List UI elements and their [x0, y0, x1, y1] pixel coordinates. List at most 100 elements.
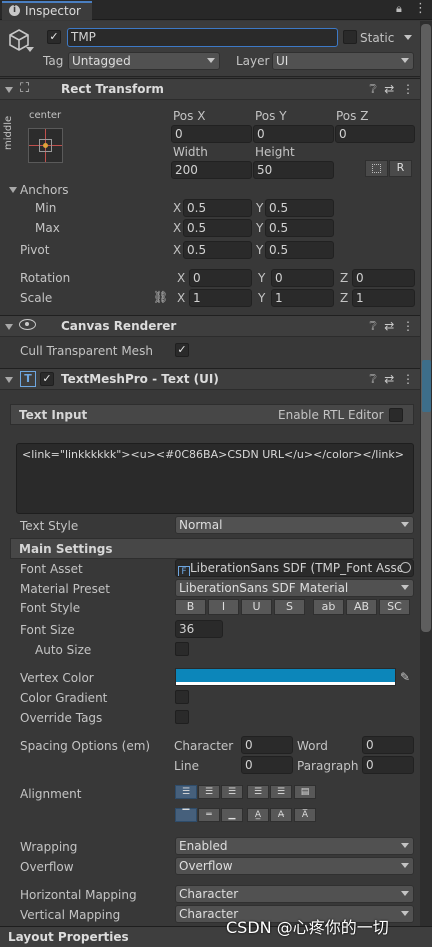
font-style-bold-button[interactable]: B [175, 599, 206, 615]
align-right-button[interactable]: ☰ [221, 785, 243, 799]
vertex-color-swatch[interactable] [175, 668, 396, 686]
wrapping-dropdown[interactable]: Enabled [175, 837, 414, 855]
font-style-underline-button[interactable]: U [241, 599, 272, 615]
presets-icon[interactable]: ⇄ [384, 82, 394, 96]
height-field[interactable]: 50 [253, 161, 334, 179]
rect-transform-header[interactable]: ⛶ Rect Transform ❔︎ ⇄ ⋮ [0, 78, 432, 100]
anchor-min-x-field[interactable]: 0.5 [183, 199, 252, 217]
scale-x-field[interactable]: 1 [189, 289, 252, 307]
width-field[interactable]: 200 [171, 161, 252, 179]
font-style-uppercase-button[interactable]: AB [346, 599, 377, 615]
align-capline-button[interactable]: A̅ [294, 808, 316, 822]
scrollbar-grip[interactable] [422, 360, 431, 412]
pos-y-field[interactable]: 0 [253, 125, 334, 143]
layout-properties-title: Layout Properties [8, 930, 129, 944]
align-left-button[interactable]: ☰ [175, 785, 197, 799]
line-spacing-label: Line [174, 759, 200, 773]
pos-z-field[interactable]: 0 [335, 125, 415, 143]
object-name-field[interactable]: TMP [67, 28, 338, 47]
override-tags-checkbox[interactable] [175, 710, 189, 724]
scale-z-field[interactable]: 1 [352, 289, 415, 307]
blueprint-mode-button[interactable] [365, 160, 388, 177]
material-preset-dropdown[interactable]: LiberationSans SDF Material [175, 579, 414, 597]
pos-x-field[interactable]: 0 [171, 125, 252, 143]
rotation-x-field[interactable]: 0 [189, 269, 252, 287]
align-top-button[interactable]: ▔ [175, 808, 197, 822]
tag-dropdown[interactable]: Untagged [68, 52, 220, 70]
anchor-max-x-field[interactable]: 0.5 [183, 219, 252, 237]
anchor-min-y-field[interactable]: 0.5 [265, 199, 334, 217]
foldout-arrow-icon[interactable] [5, 377, 13, 383]
rotation-y-field[interactable]: 0 [271, 269, 334, 287]
align-flush-button[interactable]: ☰ [270, 785, 292, 799]
align-midline-button[interactable]: A̶ [270, 808, 292, 822]
anchor-preset-dot [43, 143, 48, 148]
presets-icon[interactable]: ⇄ [384, 372, 394, 386]
help-icon[interactable]: ❔︎ [369, 372, 376, 386]
overflow-dropdown[interactable]: Overflow [175, 857, 414, 875]
font-asset-field[interactable]: F LiberationSans SDF (TMP_Font Asse [175, 559, 414, 577]
help-icon[interactable]: ❔︎ [369, 82, 376, 96]
pivot-y-field[interactable]: 0.5 [265, 241, 334, 259]
rect-transform-title: Rect Transform [61, 82, 164, 96]
static-checkbox[interactable] [343, 30, 357, 44]
horizontal-mapping-dropdown[interactable]: Character [175, 885, 414, 903]
text-input-area[interactable]: <link="linkkkkkk"><u><#0C86BA>CSDN URL</… [16, 443, 414, 514]
scrollbar-thumb[interactable] [421, 24, 431, 632]
lock-icon[interactable]: 🔒︎ [396, 2, 402, 16]
raw-edit-button[interactable]: R [389, 160, 412, 177]
word-spacing-field[interactable]: 0 [362, 736, 414, 754]
auto-size-checkbox[interactable] [175, 642, 189, 656]
align-justified-button[interactable]: ☰ [247, 785, 269, 799]
align-middle-button[interactable]: ═ [198, 808, 220, 822]
align-bottom-button[interactable]: ▁ [221, 808, 243, 822]
character-spacing-field[interactable]: 0 [241, 736, 293, 754]
foldout-arrow-icon[interactable] [5, 87, 13, 93]
min-label: Min [35, 201, 57, 215]
foldout-arrow-icon[interactable] [5, 324, 13, 330]
rtl-editor-label: Enable RTL Editor [278, 408, 384, 422]
pivot-x-field[interactable]: 0.5 [183, 241, 252, 259]
wrapping-label: Wrapping [20, 840, 78, 854]
link-constrain-icon[interactable]: ⛓︎ [153, 290, 168, 304]
icon-dropdown-arrow[interactable] [26, 47, 34, 52]
font-style-strikethrough-button[interactable]: S [274, 599, 305, 615]
presets-icon[interactable]: ⇄ [384, 319, 394, 333]
component-header-icons: ❔︎ ⇄ ⋮ [369, 372, 414, 387]
eyedropper-icon[interactable]: ✎ [400, 670, 410, 684]
color-gradient-checkbox[interactable] [175, 690, 189, 704]
text-style-dropdown[interactable]: Normal [175, 516, 414, 534]
canvas-renderer-header[interactable]: Canvas Renderer ❔︎ ⇄ ⋮ [0, 315, 432, 337]
font-style-italic-button[interactable]: I [208, 599, 239, 615]
anchors-foldout-arrow[interactable] [9, 187, 17, 193]
rtl-editor-checkbox[interactable] [389, 408, 403, 422]
font-style-smallcaps-button[interactable]: SC [379, 599, 410, 615]
rotation-z-field[interactable]: 0 [352, 269, 415, 287]
font-style-label: Font Style [20, 601, 81, 615]
kebab-menu-icon[interactable]: ⋮ [402, 372, 414, 386]
kebab-menu-icon[interactable]: ⋮ [414, 1, 427, 16]
font-asset-icon: F [178, 566, 190, 576]
font-style-lowercase-button[interactable]: ab [313, 599, 344, 615]
align-geometry-center-button[interactable]: ▤ [294, 785, 316, 799]
scale-y-field[interactable]: 1 [271, 289, 334, 307]
cull-transparent-mesh-checkbox[interactable]: ✓ [175, 343, 189, 357]
object-active-checkbox[interactable]: ✓ [47, 30, 61, 44]
layer-dropdown[interactable]: UI [272, 52, 414, 70]
kebab-menu-icon[interactable]: ⋮ [402, 319, 414, 333]
align-center-button[interactable]: ☰ [198, 785, 220, 799]
anchor-preset-button[interactable] [28, 128, 63, 163]
tab-inspector[interactable]: i Inspector [2, 1, 92, 20]
help-icon[interactable]: ❔︎ [369, 319, 376, 333]
anchor-preset-h-label: center [29, 110, 62, 121]
tmp-enabled-checkbox[interactable]: ✓ [40, 372, 54, 386]
align-baseline-button[interactable]: A̲ [247, 808, 269, 822]
paragraph-spacing-field[interactable]: 0 [362, 756, 414, 774]
kebab-menu-icon[interactable]: ⋮ [402, 82, 414, 96]
anchor-max-y-field[interactable]: 0.5 [265, 219, 334, 237]
object-picker-icon[interactable] [400, 562, 411, 573]
line-spacing-field[interactable]: 0 [241, 756, 293, 774]
static-dropdown-arrow[interactable] [404, 35, 412, 40]
font-size-field[interactable]: 36 [175, 620, 223, 638]
textmeshpro-header[interactable]: T ✓ TextMeshPro - Text (UI) ❔︎ ⇄ ⋮ [0, 368, 432, 390]
